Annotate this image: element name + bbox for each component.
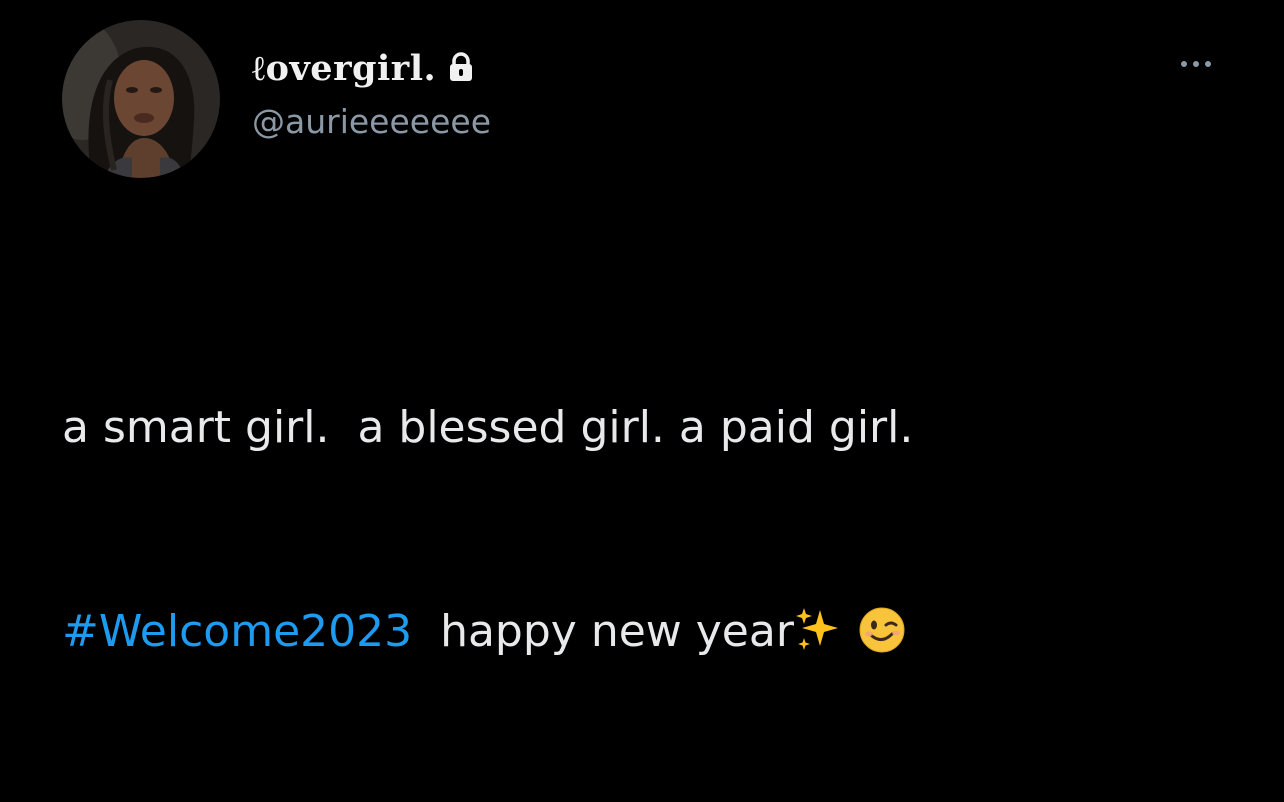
more-options-icon[interactable]	[1172, 52, 1220, 76]
lock-icon	[448, 52, 474, 86]
author-handle[interactable]: @aurieeeeeee	[252, 102, 491, 141]
avatar[interactable]	[62, 20, 220, 178]
tweet-text: a smart girl. a blessed girl. a paid gir…	[62, 258, 1262, 802]
winking-face-icon	[858, 606, 906, 674]
tweet-line-2: #Welcome2023 happy new year	[62, 598, 1262, 666]
tweet-line-1: a smart girl. a blessed girl. a paid gir…	[62, 402, 914, 453]
tweet-line-2-text: happy new year	[412, 606, 794, 657]
display-name[interactable]: ℓovergirl.	[252, 48, 436, 89]
sparkles-icon	[794, 606, 844, 674]
hashtag-link[interactable]: #Welcome2023	[62, 606, 412, 657]
author-name-row: ℓovergirl.	[252, 42, 474, 94]
avatar-image	[62, 20, 220, 178]
tweet-card[interactable]: ℓovergirl. @aurieeeeeee a smart girl. a …	[0, 0, 1284, 657]
